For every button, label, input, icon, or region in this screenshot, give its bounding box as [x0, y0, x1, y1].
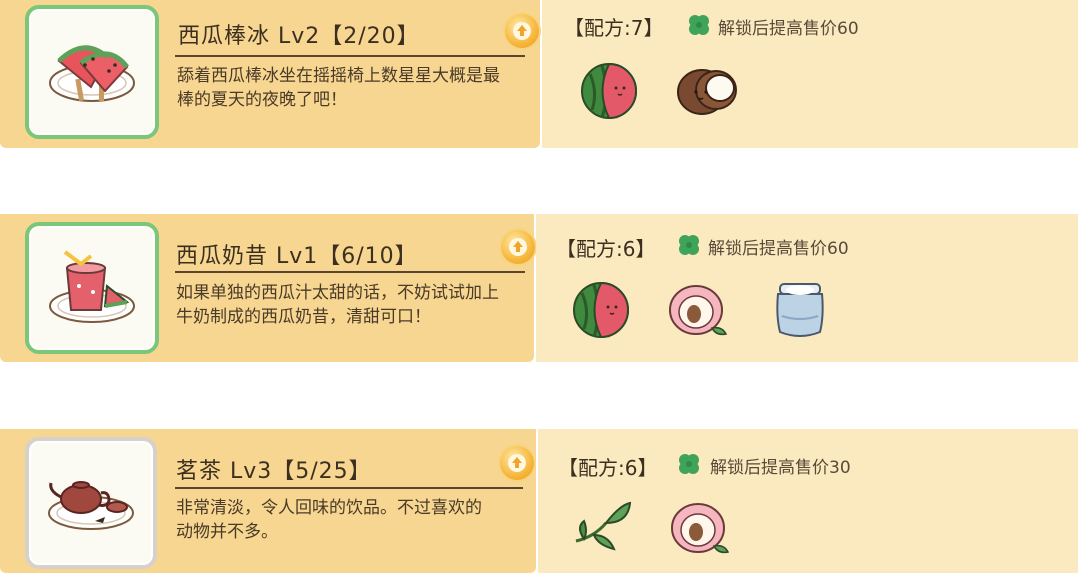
- upgrade-button[interactable]: [500, 446, 534, 480]
- unlock-bonus-text: 解锁后提高售价60: [718, 19, 859, 39]
- dish-thumbnail[interactable]: [25, 5, 159, 139]
- recipe-info-panel: 西瓜奶昔 Lv1【6/10】 如果单独的西瓜汁太甜的话，不妨试试加上牛奶制成的西…: [0, 214, 535, 362]
- watermelon-popsicle-icon: [49, 45, 135, 102]
- peach-icon[interactable]: [668, 500, 732, 556]
- dish-thumbnail[interactable]: [25, 222, 159, 354]
- recipe-ingredients-panel: 【配方:6】 解锁后提高售价60: [536, 214, 1078, 362]
- title-divider: [175, 271, 525, 273]
- dish-description: 如果单独的西瓜汁太甜的话，不妨试试加上牛奶制成的西瓜奶昔，清甜可口！: [176, 283, 499, 327]
- unlock-bonus-text: 解锁后提高售价30: [710, 458, 851, 478]
- watermelon-icon[interactable]: [568, 277, 634, 343]
- teapot-icon: [48, 481, 134, 530]
- clover-icon: [679, 235, 699, 255]
- dish-title: 西瓜棒冰 Lv2【2/20】: [178, 24, 420, 49]
- coconut-icon[interactable]: [674, 62, 740, 118]
- recipe-row: 西瓜奶昔 Lv1【6/10】 如果单独的西瓜汁太甜的话，不妨试试加上牛奶制成的西…: [0, 214, 1078, 362]
- title-divider: [175, 487, 523, 489]
- dish-description: 非常清淡，令人回味的饮品。不过喜欢的动物并不多。: [176, 498, 482, 542]
- clover-icon: [679, 454, 699, 474]
- recipe-info-panel: 茗茶 Lv3【5/25】 非常清淡，令人回味的饮品。不过喜欢的动物并不多。: [0, 429, 536, 573]
- recipe-count-label: 【配方:7】: [564, 16, 664, 40]
- dish-title: 茗茶 Lv3【5/25】: [176, 459, 372, 484]
- peach-icon[interactable]: [666, 282, 730, 338]
- recipe-row: 西瓜棒冰 Lv2【2/20】 舔着西瓜棒冰坐在摇摇椅上数星星大概是最棒的夏天的夜…: [0, 0, 1078, 148]
- clover-icon: [689, 15, 709, 35]
- recipe-info-panel: 西瓜棒冰 Lv2【2/20】 舔着西瓜棒冰坐在摇摇椅上数星星大概是最棒的夏天的夜…: [0, 0, 540, 148]
- tea-leaf-icon[interactable]: [570, 497, 634, 553]
- recipe-count-label: 【配方:6】: [558, 456, 658, 480]
- recipe-row: 茗茶 Lv3【5/25】 非常清淡，令人回味的饮品。不过喜欢的动物并不多。 【配…: [0, 429, 1078, 573]
- recipe-ingredients-panel: 【配方:7】 解锁后提高售价60: [542, 0, 1078, 148]
- recipe-ingredients-panel: 【配方:6】 解锁后提高售价30: [538, 429, 1078, 573]
- dish-thumbnail[interactable]: [25, 437, 157, 569]
- arrow-up-icon: [513, 22, 531, 40]
- title-divider: [175, 55, 525, 57]
- unlock-bonus-text: 解锁后提高售价60: [708, 239, 849, 259]
- recipe-count-label: 【配方:6】: [556, 237, 656, 261]
- upgrade-button[interactable]: [501, 230, 535, 264]
- arrow-up-icon: [508, 454, 526, 472]
- watermelon-milkshake-icon: [49, 250, 135, 323]
- arrow-up-icon: [509, 238, 527, 256]
- upgrade-button[interactable]: [505, 14, 539, 48]
- milk-jar-icon[interactable]: [772, 276, 828, 342]
- dish-title: 西瓜奶昔 Lv1【6/10】: [176, 244, 418, 269]
- watermelon-icon[interactable]: [576, 58, 642, 124]
- dish-description: 舔着西瓜棒冰坐在摇摇椅上数星星大概是最棒的夏天的夜晚了吧！: [177, 66, 500, 110]
